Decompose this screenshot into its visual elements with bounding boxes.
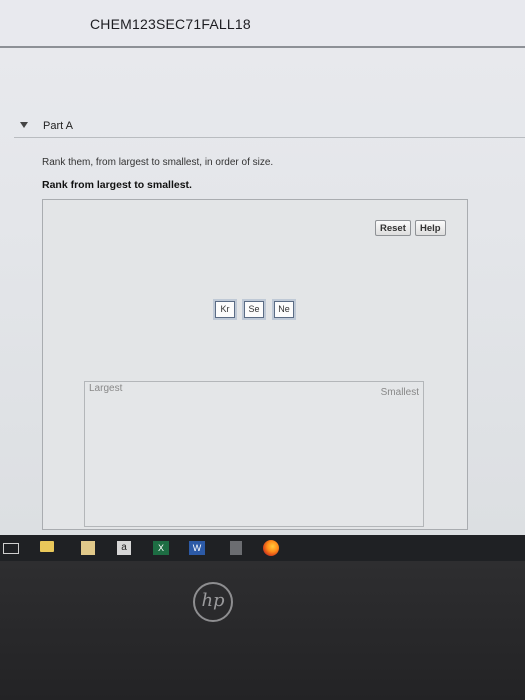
excel-icon[interactable]: X (153, 541, 169, 555)
calculator-icon[interactable] (230, 541, 242, 555)
help-button[interactable]: Help (415, 220, 446, 236)
collapse-triangle-icon[interactable] (20, 122, 28, 128)
task-view-icon[interactable] (3, 543, 19, 554)
largest-label: Largest (89, 383, 123, 394)
store-icon[interactable] (81, 541, 95, 555)
ranking-drop-zone[interactable]: Largest Smallest (84, 381, 424, 527)
draggable-chip-se[interactable]: Se (244, 301, 264, 318)
hp-logo: hp (193, 582, 233, 622)
course-title: CHEM123SEC71FALL18 (90, 16, 251, 32)
question-instruction: Rank them, from largest to smallest, in … (42, 157, 274, 168)
ranking-panel: Reset Help Kr Se Ne Largest Smallest (42, 199, 468, 530)
windows-taskbar: a X W (0, 535, 525, 561)
smallest-label: Smallest (380, 387, 419, 398)
reset-button[interactable]: Reset (375, 220, 411, 236)
file-explorer-icon[interactable] (40, 541, 54, 552)
browser-screen: CHEM123SEC71FALL18 Part A Rank them, fro… (0, 0, 525, 535)
word-icon[interactable]: W (189, 541, 205, 555)
draggable-chip-ne[interactable]: Ne (274, 301, 294, 318)
divider (14, 137, 525, 138)
draggable-chip-kr[interactable]: Kr (215, 301, 235, 318)
laptop-bezel (0, 561, 525, 700)
firefox-icon[interactable] (263, 540, 279, 556)
amazon-icon[interactable]: a (117, 541, 131, 555)
course-header: CHEM123SEC71FALL18 (0, 0, 525, 48)
part-title[interactable]: Part A (43, 120, 73, 132)
question-bold-instruction: Rank from largest to smallest. (42, 179, 192, 191)
